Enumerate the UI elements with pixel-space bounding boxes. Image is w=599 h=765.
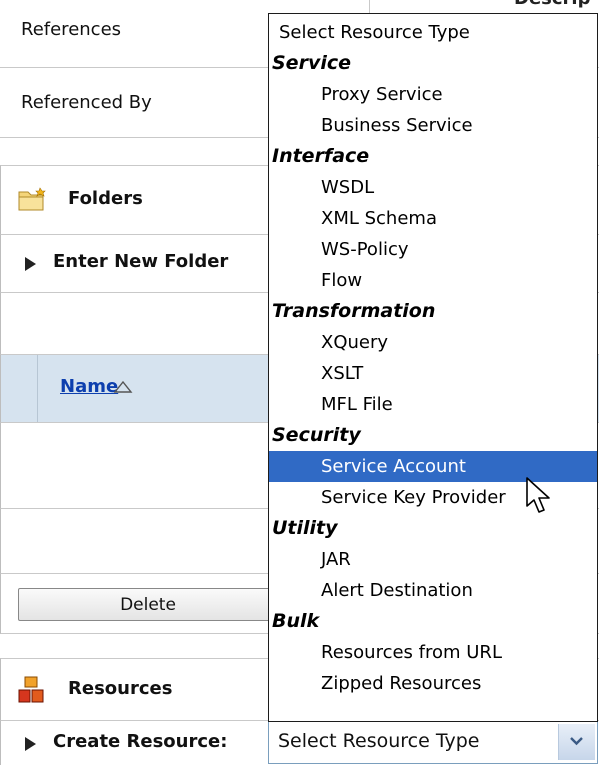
resource-type-select[interactable]: Select Resource Type: [268, 720, 598, 764]
dropdown-option[interactable]: WS-Policy: [269, 234, 597, 265]
dropdown-option[interactable]: XQuery: [269, 327, 597, 358]
dropdown-category-label: Security: [272, 424, 361, 446]
select-dropdown-button[interactable]: [558, 724, 595, 760]
resource-type-select-value: Select Resource Type: [278, 730, 480, 752]
dropdown-category-label: Transformation: [272, 300, 436, 322]
expand-triangle-icon[interactable]: [25, 257, 36, 271]
sort-ascending-icon[interactable]: [113, 375, 133, 397]
dropdown-category-label: Interface: [272, 145, 370, 167]
description-column-label: Descrip: [514, 0, 590, 9]
dropdown-option[interactable]: XSLT: [269, 358, 597, 389]
folder-icon: [18, 187, 46, 211]
dropdown-option[interactable]: JAR: [269, 544, 597, 575]
delete-button[interactable]: Delete: [18, 588, 278, 621]
dropdown-option[interactable]: Flow: [269, 265, 597, 296]
chevron-down-icon: [570, 737, 583, 746]
dropdown-category-label: Service: [272, 52, 351, 74]
dropdown-option[interactable]: MFL File: [269, 389, 597, 420]
resources-title: Resources: [68, 678, 173, 699]
dropdown-option[interactable]: Proxy Service: [269, 79, 597, 110]
expand-triangle-icon: [25, 737, 36, 751]
dropdown-option[interactable]: XML Schema: [269, 203, 597, 234]
dropdown-category-label: Utility: [272, 517, 338, 539]
references-label: References: [21, 19, 122, 40]
mouse-cursor-icon: [526, 477, 550, 513]
dropdown-option[interactable]: Alert Destination: [269, 575, 597, 606]
referenced-by-label: Referenced By: [21, 92, 152, 113]
dropdown-option[interactable]: WSDL: [269, 172, 597, 203]
folders-title: Folders: [68, 188, 143, 209]
resources-icon: [18, 676, 44, 703]
create-resource-label: Create Resource:: [53, 731, 228, 752]
resource-type-dropdown-list: Select Resource Type Service Proxy Service…: [268, 13, 598, 722]
dropdown-placeholder-option[interactable]: Select Resource Type: [269, 17, 597, 48]
enter-new-folder-label[interactable]: Enter New Folder: [53, 251, 228, 272]
name-column-sort-link[interactable]: Name: [60, 376, 118, 397]
dropdown-category-label: Bulk: [272, 610, 320, 632]
dropdown-option[interactable]: Resources from URL: [269, 637, 597, 668]
table-select-column: [1, 355, 38, 422]
dropdown-option[interactable]: Zipped Resources: [269, 668, 597, 699]
dropdown-option[interactable]: Business Service: [269, 110, 597, 141]
